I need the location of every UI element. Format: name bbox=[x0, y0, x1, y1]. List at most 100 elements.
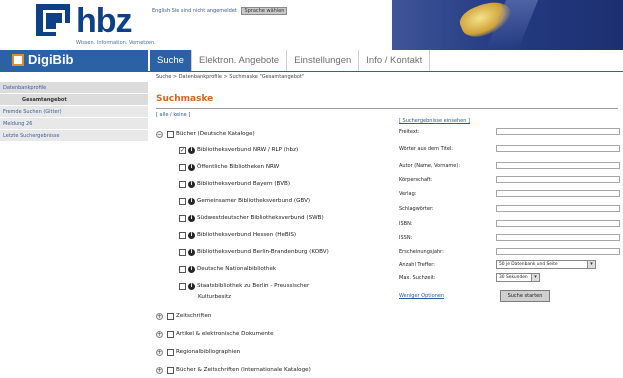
verlag-input[interactable] bbox=[496, 190, 620, 197]
info-icon[interactable]: i bbox=[188, 248, 195, 256]
info-icon[interactable]: i bbox=[188, 214, 195, 222]
tab-info-kontakt[interactable]: Info / Kontakt bbox=[359, 50, 431, 71]
category-label: Regionalbibliographien bbox=[176, 349, 241, 355]
info-icon[interactable]: i bbox=[188, 146, 195, 154]
digibib-logo-icon bbox=[12, 54, 24, 66]
autor-input[interactable] bbox=[496, 162, 620, 169]
category-label: Artikel & elektronische Dokumente bbox=[176, 331, 274, 337]
catalog-checkbox[interactable] bbox=[179, 265, 186, 273]
catalog-row-kobv: i Bibliotheksverbund Berlin-Brandenburg … bbox=[179, 246, 329, 258]
erscheinungsjahr-input[interactable] bbox=[496, 248, 620, 255]
start-search-button[interactable]: Suche starten bbox=[500, 290, 550, 302]
catalog-label: Deutsche Nationalbibliothek bbox=[197, 266, 277, 272]
category-checkbox[interactable] bbox=[167, 348, 174, 356]
tab-bar: Suche Elektron. Angebote Einstellungen I… bbox=[150, 50, 431, 71]
catalog-label: Südwestdeutscher Bibliotheksverbund (SWB… bbox=[197, 215, 324, 221]
category-label: Bücher & Zeitschriften (Internationale K… bbox=[176, 367, 311, 373]
collapse-icon[interactable]: − bbox=[156, 130, 163, 138]
catalog-checkbox[interactable] bbox=[179, 282, 186, 290]
timeout-select[interactable]: 30 Sekunden ▾ bbox=[496, 273, 540, 282]
field-label-freitext: Freitext: bbox=[399, 129, 420, 135]
catalog-label: Gemeinsamer Bibliotheksverbund (GBV) bbox=[197, 198, 311, 204]
catalog-checkbox[interactable] bbox=[179, 180, 186, 188]
expand-icon[interactable]: + bbox=[156, 330, 163, 338]
field-label-koerperschaft: Körperschaft: bbox=[399, 177, 433, 183]
brand-text: DigiBib bbox=[28, 52, 74, 67]
select-all-link[interactable]: [ alle / keine ] bbox=[156, 112, 190, 118]
category-checkbox[interactable] bbox=[167, 366, 174, 374]
digibib-brand[interactable]: DigiBib bbox=[0, 50, 148, 71]
sidebar-item-fremde-suchen[interactable]: Fremde Suchen (Gitter) bbox=[0, 106, 148, 118]
language-link[interactable]: English Sie sind nicht angemeldet bbox=[152, 8, 237, 14]
sidebar: Datenbankprofile Gesamtangebot Fremde Su… bbox=[0, 82, 148, 142]
category-checkbox[interactable] bbox=[167, 330, 174, 338]
catalog-checkbox[interactable] bbox=[179, 214, 186, 222]
sidebar-item-gesamtangebot[interactable]: Gesamtangebot bbox=[0, 94, 148, 106]
title-divider bbox=[156, 108, 618, 109]
info-icon[interactable]: i bbox=[188, 282, 195, 290]
catalog-row-dnb: i Deutsche Nationalbibliothek bbox=[179, 263, 276, 275]
dropdown-arrow-icon: ▾ bbox=[587, 261, 595, 268]
catalog-label: Bibliotheksverbund Berlin-Brandenburg (K… bbox=[197, 249, 329, 255]
tab-elektron-angebote[interactable]: Elektron. Angebote bbox=[191, 50, 288, 71]
category-row-buecher-deutsch: − Bücher (Deutsche Kataloge) bbox=[156, 128, 255, 140]
info-icon[interactable]: i bbox=[188, 163, 195, 171]
issn-input[interactable] bbox=[496, 234, 620, 241]
catalog-checkbox[interactable] bbox=[179, 163, 186, 171]
timeout-select-value: 30 Sekunden bbox=[499, 275, 528, 280]
catalog-row-swb: i Südwestdeutscher Bibliotheksverbund (S… bbox=[179, 212, 324, 224]
info-icon[interactable]: i bbox=[188, 265, 195, 273]
catalog-checkbox[interactable] bbox=[179, 146, 186, 154]
search-results-link[interactable]: [ Suchergebnisse einsehen ] bbox=[399, 118, 470, 124]
category-label: Zeitschriften bbox=[176, 313, 212, 319]
field-label-isbn: ISBN: bbox=[399, 221, 413, 227]
expand-icon[interactable]: + bbox=[156, 366, 163, 374]
info-icon[interactable]: i bbox=[188, 197, 195, 205]
catalog-checkbox[interactable] bbox=[179, 231, 186, 239]
koerperschaft-input[interactable] bbox=[496, 176, 620, 183]
field-label-verlag: Verlag: bbox=[399, 191, 417, 197]
category-row-regional: + Regionalbibliographien bbox=[156, 346, 240, 358]
tab-suche[interactable]: Suche bbox=[150, 50, 192, 71]
titel-input[interactable] bbox=[496, 145, 620, 152]
tab-einstellungen[interactable]: Einstellungen bbox=[287, 50, 360, 71]
main-navigation: DigiBib Suche Elektron. Angebote Einstel… bbox=[0, 50, 623, 71]
hbz-logo[interactable]: hbz Wissen. Information. Vernetzen. bbox=[36, 2, 156, 46]
catalog-checkbox[interactable] bbox=[179, 197, 186, 205]
freitext-input[interactable] bbox=[496, 128, 620, 135]
catalog-label: Bibliotheksverbund NRW / RLP (hbz) bbox=[197, 147, 299, 153]
info-icon[interactable]: i bbox=[188, 180, 195, 188]
logo-text: hbz bbox=[76, 2, 133, 40]
category-checkbox[interactable] bbox=[167, 312, 174, 320]
schlagwoerter-input[interactable] bbox=[496, 205, 620, 212]
hits-select[interactable]: 50 je Datenbank und Seite ▾ bbox=[496, 260, 596, 269]
field-label-titel: Wörter aus dem Titel: bbox=[399, 146, 453, 152]
field-label-schlagwoerter: Schlagwörter: bbox=[399, 206, 434, 212]
catalog-row-hbz: i Bibliotheksverbund NRW / RLP (hbz) bbox=[179, 144, 298, 156]
category-row-international: + Bücher & Zeitschriften (Internationale… bbox=[156, 364, 311, 376]
field-label-suchzeit: Max. Suchzeit: bbox=[399, 275, 436, 281]
field-label-issn: ISSN: bbox=[399, 235, 413, 241]
catalog-row-gbv: i Gemeinsamer Bibliotheksverbund (GBV) bbox=[179, 195, 310, 207]
info-icon[interactable]: i bbox=[188, 231, 195, 239]
isbn-input[interactable] bbox=[496, 220, 620, 227]
expand-icon[interactable]: + bbox=[156, 312, 163, 320]
category-checkbox[interactable] bbox=[167, 130, 174, 138]
catalog-label: Öffentliche Bibliotheken NRW bbox=[197, 164, 280, 170]
language-bar: English Sie sind nicht angemeldet Sprach… bbox=[152, 7, 288, 15]
header: hbz Wissen. Information. Vernetzen. Engl… bbox=[0, 0, 623, 50]
catalog-checkbox[interactable] bbox=[179, 248, 186, 256]
sidebar-item-datenbankprofile[interactable]: Datenbankprofile bbox=[0, 82, 148, 94]
dropdown-arrow-icon: ▾ bbox=[531, 274, 539, 281]
sidebar-item-letzte-suchergebnisse[interactable]: Letzte Suchergebnisse bbox=[0, 130, 148, 142]
expand-icon[interactable]: + bbox=[156, 348, 163, 356]
catalog-label: Bibliotheksverbund Hessen (HeBIS) bbox=[197, 232, 297, 238]
language-select[interactable]: Sprache wählen bbox=[241, 7, 288, 15]
fewer-options-link[interactable]: Weniger Optionen bbox=[399, 293, 444, 299]
hits-select-value: 50 je Datenbank und Seite bbox=[499, 262, 558, 267]
field-label-erscheinungsjahr: Erscheinungsjahr: bbox=[399, 249, 444, 255]
catalog-row-sbb: i Staatsbibliothek zu Berlin - Preussisc… bbox=[179, 280, 309, 292]
main-content: Suche > Datenbankprofile > Suchmaske "Ge… bbox=[151, 72, 623, 378]
sidebar-item-meldung[interactable]: Meldung 26 bbox=[0, 118, 148, 130]
catalog-row-hebis: i Bibliotheksverbund Hessen (HeBIS) bbox=[179, 229, 296, 241]
